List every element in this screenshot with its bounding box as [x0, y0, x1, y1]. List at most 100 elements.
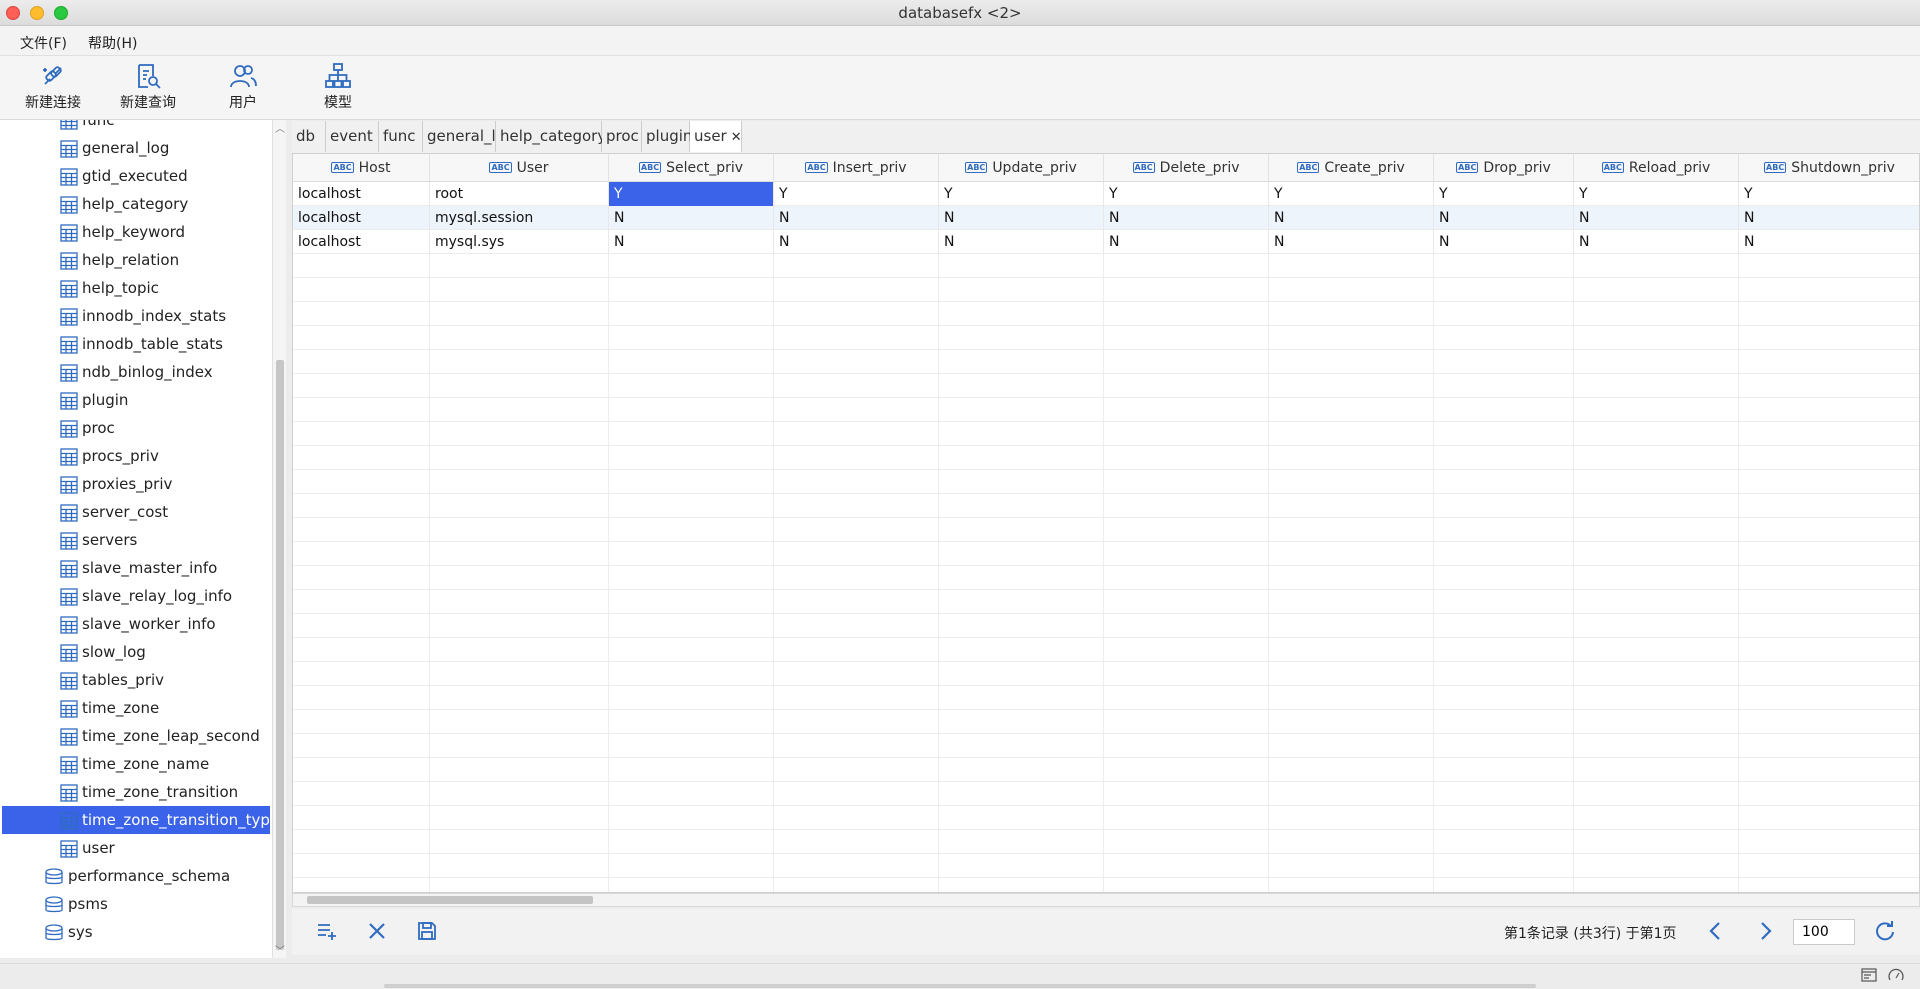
tree-table-slave_worker_info[interactable]: slave_worker_info — [60, 610, 270, 638]
cell-host[interactable]: localhost — [293, 182, 430, 206]
tree-table-time_zone[interactable]: time_zone — [60, 694, 270, 722]
cell-drop-priv[interactable]: N — [1434, 230, 1574, 254]
scroll-up-icon[interactable]: ︿ — [275, 120, 285, 135]
tree-table-gtid_executed[interactable]: gtid_executed — [60, 162, 270, 190]
sidebar-scroll-thumb[interactable] — [276, 360, 284, 950]
cell-reload-priv[interactable]: N — [1574, 230, 1739, 254]
cell-select-priv[interactable]: N — [609, 206, 774, 230]
tree-table-time_zone_transition_type[interactable]: time_zone_transition_type — [2, 806, 272, 834]
column-header-select-priv[interactable]: ABC Select_priv — [609, 154, 774, 182]
column-header-delete-priv[interactable]: ABC Delete_priv — [1104, 154, 1269, 182]
column-header-create-priv[interactable]: ABC Create_priv — [1269, 154, 1434, 182]
tab-proc[interactable]: proc — [602, 121, 642, 152]
tree-table-general_log[interactable]: general_log — [60, 134, 270, 162]
cell-select-priv[interactable]: N — [609, 230, 774, 254]
cell-shutdown-priv[interactable]: N — [1739, 230, 1919, 254]
tree-table-slave_relay_log_info[interactable]: slave_relay_log_info — [60, 582, 270, 610]
tree-table-innodb_index_stats[interactable]: innodb_index_stats — [60, 302, 270, 330]
tree-table-proxies_priv[interactable]: proxies_priv — [60, 470, 270, 498]
tree-table-server_cost[interactable]: server_cost — [60, 498, 270, 526]
tree-table-help_keyword[interactable]: help_keyword — [60, 218, 270, 246]
page-size-input[interactable] — [1793, 919, 1855, 945]
menu-file[interactable]: 文件(F) — [20, 33, 67, 53]
tree-table-tables_priv[interactable]: tables_priv — [60, 666, 270, 694]
cell-user[interactable]: root — [430, 182, 609, 206]
menu-help[interactable]: 帮助(H) — [88, 33, 137, 53]
previous-page-button[interactable] — [1705, 920, 1727, 946]
cell-user[interactable]: mysql.session — [430, 206, 609, 230]
tree-table-innodb_table_stats[interactable]: innodb_table_stats — [60, 330, 270, 358]
cell-drop-priv[interactable]: Y — [1434, 182, 1574, 206]
table-row[interactable]: localhost root Y Y Y Y Y Y Y Y — [293, 182, 1919, 206]
column-header-insert-priv[interactable]: ABC Insert_priv — [774, 154, 939, 182]
column-header-host[interactable]: ABC Host — [293, 154, 430, 182]
cell-insert-priv[interactable]: N — [774, 230, 939, 254]
tree-table-ndb_binlog_index[interactable]: ndb_binlog_index — [60, 358, 270, 386]
cell-create-priv[interactable]: Y — [1269, 182, 1434, 206]
tree-table-time_zone_transition[interactable]: time_zone_transition — [60, 778, 270, 806]
cell-delete-priv[interactable]: Y — [1104, 182, 1269, 206]
cell-insert-priv[interactable]: Y — [774, 182, 939, 206]
tab-help-category[interactable]: help_category — [496, 121, 606, 152]
tree-table-help_topic[interactable]: help_topic — [60, 274, 270, 302]
cell-reload-priv[interactable]: N — [1574, 206, 1739, 230]
grid-horizontal-scrollbar[interactable] — [292, 893, 1920, 907]
cell-delete-priv[interactable]: N — [1104, 230, 1269, 254]
model-button[interactable]: 模型 — [290, 62, 386, 116]
tree-table-proc[interactable]: proc — [60, 414, 270, 442]
console-icon[interactable] — [1861, 968, 1877, 986]
cell-update-priv[interactable]: Y — [939, 182, 1104, 206]
next-page-button[interactable] — [1754, 920, 1776, 946]
cell-reload-priv[interactable]: Y — [1574, 182, 1739, 206]
cell-host[interactable]: localhost — [293, 230, 430, 254]
tree-table-user[interactable]: user — [60, 834, 270, 862]
tab-user[interactable]: user ✕ — [690, 121, 742, 152]
tree-table-procs_priv[interactable]: procs_priv — [60, 442, 270, 470]
column-header-shutdown-priv[interactable]: ABC Shutdown_priv — [1739, 154, 1919, 182]
table-row[interactable]: localhost mysql.sys N N N N N N N N — [293, 230, 1919, 254]
tree-table-time_zone_leap_second[interactable]: time_zone_leap_second — [60, 722, 270, 750]
cell-shutdown-priv[interactable]: N — [1739, 206, 1919, 230]
tab-general-log[interactable]: general_log — [423, 121, 514, 152]
cell-insert-priv[interactable]: N — [774, 206, 939, 230]
delete-row-button[interactable] — [366, 920, 388, 946]
cell-select-priv[interactable]: Y — [609, 182, 774, 206]
sidebar-scrollbar[interactable]: ︿ ﹀ — [272, 120, 286, 958]
column-header-reload-priv[interactable]: ABC Reload_priv — [1574, 154, 1739, 182]
data-grid[interactable]: ABC Host ABC User ABC Select_priv ABC Insert_pr… — [292, 153, 1920, 893]
tree-database-performance_schema[interactable]: performance_schema — [44, 862, 270, 890]
tab-event[interactable]: event — [326, 121, 379, 152]
scroll-down-icon[interactable]: ﹀ — [275, 942, 285, 957]
cell-delete-priv[interactable]: N — [1104, 206, 1269, 230]
column-header-user[interactable]: ABC User — [430, 154, 609, 182]
tab-db[interactable]: db — [292, 121, 326, 152]
tree-table-help_relation[interactable]: help_relation — [60, 246, 270, 274]
tree-table-func[interactable]: func — [60, 120, 270, 134]
cell-shutdown-priv[interactable]: Y — [1739, 182, 1919, 206]
tree-table-slave_master_info[interactable]: slave_master_info — [60, 554, 270, 582]
cell-drop-priv[interactable]: N — [1434, 206, 1574, 230]
cell-create-priv[interactable]: N — [1269, 206, 1434, 230]
cell-update-priv[interactable]: N — [939, 206, 1104, 230]
tree-database-sys[interactable]: sys — [44, 918, 270, 946]
add-row-button[interactable] — [316, 920, 338, 946]
speed-gauge-icon[interactable] — [1888, 968, 1904, 986]
cell-user[interactable]: mysql.sys — [430, 230, 609, 254]
tree-database-psms[interactable]: psms — [44, 890, 270, 918]
tree-table-time_zone_name[interactable]: time_zone_name — [60, 750, 270, 778]
new-connection-button[interactable]: 新建连接 — [5, 62, 101, 116]
column-header-update-priv[interactable]: ABC Update_priv — [939, 154, 1104, 182]
users-button[interactable]: 用户 — [195, 62, 291, 116]
cell-update-priv[interactable]: N — [939, 230, 1104, 254]
tab-plugin[interactable]: plugin — [642, 121, 692, 152]
tree-table-help_category[interactable]: help_category — [60, 190, 270, 218]
tab-func[interactable]: func — [379, 121, 423, 152]
tree-table-servers[interactable]: servers — [60, 526, 270, 554]
cell-create-priv[interactable]: N — [1269, 230, 1434, 254]
new-query-button[interactable]: 新建查询 — [100, 62, 196, 116]
refresh-button[interactable] — [1874, 920, 1896, 946]
tab-close-icon[interactable]: ✕ — [731, 130, 742, 145]
table-row[interactable]: localhost mysql.session N N N N N N N N — [293, 206, 1919, 230]
tree-table-slow_log[interactable]: slow_log — [60, 638, 270, 666]
grid-scroll-thumb[interactable] — [307, 896, 593, 904]
